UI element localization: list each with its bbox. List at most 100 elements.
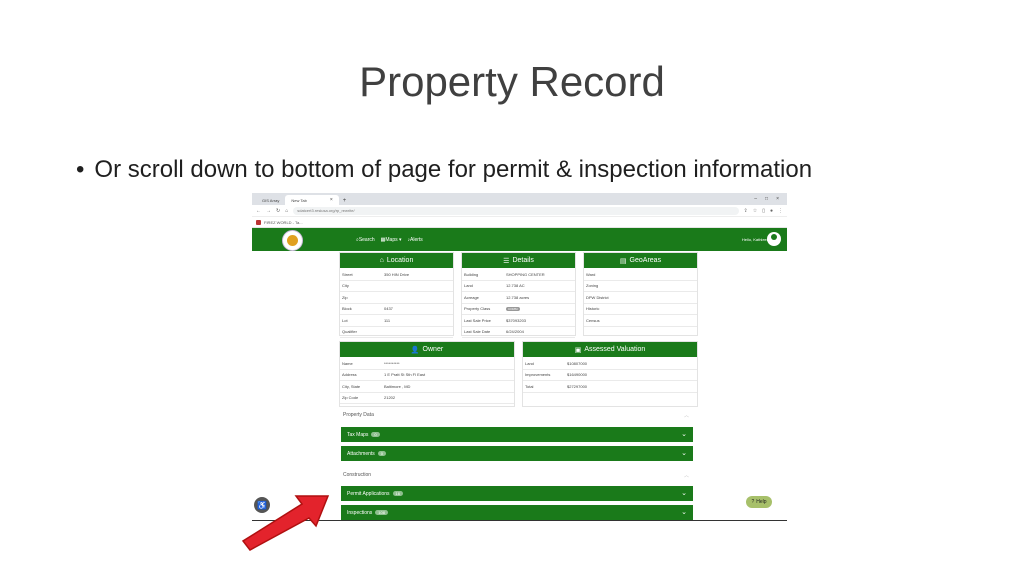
field-row: Block 0437 bbox=[340, 304, 453, 315]
details-header: ☰ Details bbox=[462, 253, 575, 268]
user-greeting[interactable]: Hello, Kathleen bbox=[742, 237, 769, 242]
field-key: Name bbox=[342, 360, 353, 366]
back-icon[interactable]: ← bbox=[256, 208, 261, 214]
permit-applications-accordion[interactable]: Permit Applications 16 ⌄ bbox=[341, 486, 693, 501]
field-value: 1 E Pratt St Sth Fl East bbox=[384, 372, 426, 378]
field-row: DPW District bbox=[584, 292, 697, 304]
star-icon[interactable]: ☆ bbox=[753, 208, 757, 214]
list-icon: ☰ bbox=[503, 257, 510, 265]
field-row: Improvements $16490000 bbox=[523, 370, 697, 381]
details-card: ☰ Details Building SHOPPING CENTER Land 12.7… bbox=[461, 252, 576, 338]
browser-tab-1[interactable]: GIS Array bbox=[256, 195, 285, 205]
construction-label[interactable]: Construction bbox=[343, 472, 371, 478]
new-tab-icon[interactable]: + bbox=[343, 198, 347, 205]
location-card: ⌂ Location Street 350 HIN Drive City Zip Bloc… bbox=[339, 252, 454, 338]
app-nav: ⌕Search ▦Maps ▾ ♪Alerts bbox=[356, 237, 423, 243]
bookmark-icon bbox=[256, 219, 261, 225]
field-key: Zip Code bbox=[342, 395, 359, 401]
menu-icon[interactable]: ⋮ bbox=[778, 208, 783, 214]
bullet-text: Or scroll down to bottom of page for per… bbox=[94, 156, 813, 183]
geoareas-title: GeoAreas bbox=[629, 257, 662, 264]
profile-icon[interactable]: ● bbox=[770, 208, 773, 214]
field-row: Acreage 12.738 acres bbox=[462, 292, 575, 304]
tax-maps-accordion[interactable]: Tax Maps 0 ⌄ bbox=[341, 427, 693, 442]
field-key: Qualifier bbox=[342, 329, 357, 335]
field-key: DPW District bbox=[586, 294, 609, 300]
field-row: Land $10807000 bbox=[523, 358, 697, 370]
field-value: Baltimore , MD bbox=[384, 383, 411, 389]
property-data-label[interactable]: Property Data bbox=[343, 412, 374, 418]
field-value: COMM bbox=[506, 306, 575, 312]
bullet-item: • Or scroll down to bottom of page for p… bbox=[76, 156, 812, 184]
forward-icon[interactable]: → bbox=[266, 208, 271, 214]
attachments-label: Attachments bbox=[347, 450, 375, 457]
field-value: 111 bbox=[384, 317, 391, 323]
close-window-icon[interactable]: × bbox=[776, 196, 779, 202]
field-row: City, State Baltimore , MD bbox=[340, 381, 514, 393]
tab-label: GIS Array bbox=[262, 197, 280, 203]
url-bar[interactable]: sdatcert3.resiusa.org/rp_rewrite/ bbox=[293, 206, 739, 215]
slide-title: Property Record bbox=[359, 58, 665, 105]
minimize-icon[interactable]: – bbox=[754, 196, 757, 202]
field-key: Building bbox=[464, 271, 479, 277]
attachments-accordion[interactable]: Attachments 0 ⌄ bbox=[341, 446, 693, 461]
tab-label: New Tab bbox=[291, 197, 307, 203]
home-icon[interactable]: ⌂ bbox=[285, 208, 288, 214]
field-key: Zip bbox=[342, 294, 348, 300]
field-key: Last Sale Date bbox=[464, 329, 491, 335]
help-button[interactable]: ? Help bbox=[746, 496, 772, 508]
city-logo[interactable] bbox=[282, 230, 303, 251]
field-key: Address bbox=[342, 372, 357, 378]
chevron-up-icon[interactable]: ︿ bbox=[684, 412, 689, 419]
browser-toolbar: ← → ↻ ⌂ sdatcert3.resiusa.org/rp_rewrite… bbox=[252, 205, 787, 217]
bullet-dot: • bbox=[76, 156, 85, 183]
toolbar-actions: ⇪ ☆ ▯ ● ⋮ bbox=[744, 208, 783, 214]
nav-search[interactable]: ⌕Search bbox=[356, 237, 375, 243]
field-key: Lot bbox=[342, 317, 348, 323]
geoareas-card: ▤ GeoAreas Ward Zoning DPW District Historic… bbox=[583, 252, 698, 336]
maximize-icon[interactable]: □ bbox=[765, 196, 768, 202]
field-key: Land bbox=[464, 283, 473, 289]
close-icon[interactable]: × bbox=[330, 197, 333, 203]
field-key: Improvements bbox=[525, 372, 551, 378]
field-key: City, State bbox=[342, 383, 361, 389]
user-avatar-icon[interactable] bbox=[767, 232, 781, 246]
reload-icon[interactable]: ↻ bbox=[276, 208, 280, 214]
permit-applications-label: Permit Applications bbox=[347, 490, 390, 497]
nav-maps[interactable]: ▦Maps ▾ bbox=[381, 237, 402, 243]
field-row: Ward bbox=[584, 269, 697, 281]
share-icon[interactable]: ⇪ bbox=[744, 208, 748, 214]
chevron-up-icon[interactable]: ︿ bbox=[684, 472, 689, 479]
sidebar-icon[interactable]: ▯ bbox=[762, 208, 765, 214]
details-title: Details bbox=[512, 257, 534, 264]
geoareas-header: ▤ GeoAreas bbox=[584, 253, 697, 268]
browser-screenshot: GIS Array New Tab × + – □ × ← → ↻ ⌂ sdatc… bbox=[252, 193, 787, 521]
field-row: Last Sale Price $37093203 bbox=[462, 315, 575, 327]
valuation-title: Assessed Valuation bbox=[584, 346, 646, 353]
field-key: Zoning bbox=[586, 283, 599, 289]
field-value: 350 HIN Drive bbox=[384, 271, 410, 277]
bookmarks-bar: FIREZ WORLD - Ta... bbox=[252, 217, 787, 228]
location-title: Location bbox=[386, 257, 414, 264]
map-icon: ▤ bbox=[619, 257, 627, 265]
field-value: 6/24/2004 bbox=[506, 329, 524, 335]
field-row: Name ********** bbox=[340, 358, 514, 370]
browser-tab-2[interactable]: New Tab × bbox=[285, 195, 339, 205]
attachments-count: 0 bbox=[377, 451, 387, 456]
arrow-shape bbox=[241, 495, 330, 551]
nav-alerts[interactable]: ♪Alerts bbox=[408, 237, 423, 243]
permit-applications-count: 16 bbox=[392, 491, 403, 496]
field-row: Land 12.738 AC bbox=[462, 281, 575, 292]
field-value: $10807000 bbox=[567, 360, 588, 366]
field-key: Property Class bbox=[464, 306, 491, 312]
window-controls: – □ × bbox=[754, 196, 787, 202]
field-value: 0437 bbox=[384, 306, 393, 312]
url-text: sdatcert3.resiusa.org/rp_rewrite/ bbox=[297, 208, 355, 213]
field-key: Last Sale Price bbox=[464, 317, 491, 323]
field-row: Zip bbox=[340, 292, 453, 304]
bookmark-item[interactable]: FIREZ WORLD - Ta... bbox=[264, 220, 303, 225]
nav-search-label: Search bbox=[358, 237, 375, 243]
chevron-down-icon: ⌄ bbox=[681, 431, 687, 438]
inspections-accordion[interactable]: Inspections 108 ⌄ bbox=[341, 505, 693, 520]
field-row: Census bbox=[584, 315, 697, 327]
